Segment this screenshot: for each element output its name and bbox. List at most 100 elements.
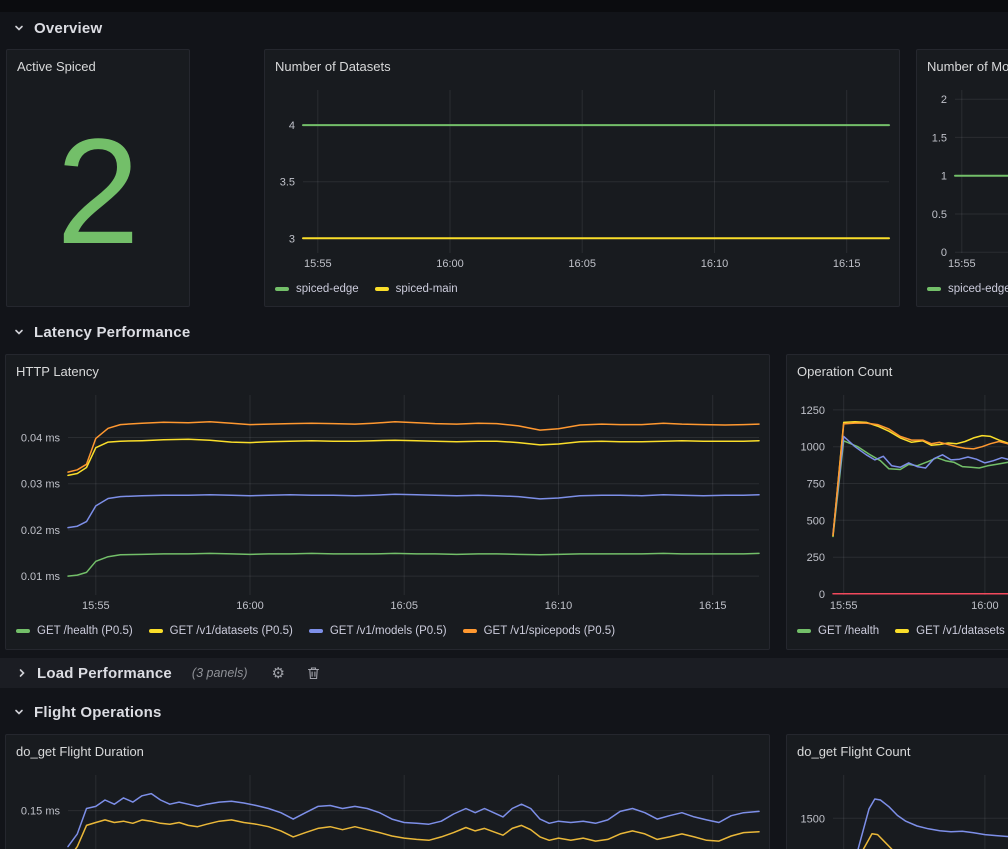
chart-operation-count[interactable]: 15:55 16:00 0 250 500 750 1000 1250 (795, 391, 1008, 613)
svg-text:16:00: 16:00 (236, 600, 264, 612)
chart-legend: spiced-edge (927, 271, 1008, 306)
svg-text:16:10: 16:10 (545, 600, 573, 612)
trash-icon (307, 666, 320, 680)
legend-label: GET /v1/spicepods (P0.5) (484, 625, 615, 637)
section-header-flight-operations[interactable]: Flight Operations (13, 699, 162, 725)
panel-number-of-models: Number of Models 15:5516:0000.511.52 spi… (916, 49, 1008, 307)
legend-label: spiced-edge (948, 283, 1008, 295)
legend-item[interactable]: spiced-edge (927, 283, 1008, 295)
legend-swatch (16, 629, 30, 633)
chart-legend: GET /healthGET /v1/datasetsGET /v1/model… (797, 613, 1008, 649)
legend-swatch (895, 629, 909, 633)
svg-text:1: 1 (941, 171, 947, 183)
stat-value: 2 (7, 76, 189, 306)
svg-text:0.01 ms: 0.01 ms (21, 571, 61, 583)
section-title: Load Performance (37, 665, 172, 682)
chart-do-get-flight-count[interactable]: 15:5516:001500 (795, 771, 1008, 849)
panel-do-get-flight-duration: do_get Flight Duration 15:5516:0016:0516… (5, 734, 770, 849)
svg-text:0.5: 0.5 (932, 209, 947, 221)
svg-text:16:00: 16:00 (436, 258, 464, 270)
legend-item[interactable]: GET /v1/spicepods (P0.5) (463, 625, 615, 637)
legend-swatch (375, 287, 389, 291)
chevron-down-icon (13, 706, 25, 718)
legend-item[interactable]: GET /health (P0.5) (16, 625, 133, 637)
svg-text:2: 2 (941, 94, 947, 106)
svg-text:16:05: 16:05 (390, 600, 418, 612)
svg-text:1.5: 1.5 (932, 132, 947, 144)
chart-canvas: 15:55 16:00 16:05 16:10 16:15 0.01 ms 0.02 ms 0… (14, 391, 761, 613)
panel-number-of-datasets: Number of Datasets 15:5516:0016:0516:101… (264, 49, 900, 307)
section-header-overview[interactable]: Overview (13, 15, 102, 41)
panel-do-get-flight-count: do_get Flight Count 15:5516:001500 (786, 734, 1008, 849)
chart-number-of-datasets[interactable]: 15:5516:0016:0516:1016:1533.54 (273, 86, 891, 271)
svg-text:0.03 ms: 0.03 ms (21, 479, 61, 491)
legend-item[interactable]: spiced-edge (275, 283, 359, 295)
panel-title[interactable]: do_get Flight Duration (6, 735, 769, 767)
chart-canvas: 15:5516:0000.511.52 (925, 86, 1008, 271)
chart-http-latency[interactable]: 15:55 16:00 16:05 16:10 16:15 0.01 ms 0.02 ms 0… (14, 391, 761, 613)
legend-swatch (275, 287, 289, 291)
chevron-down-icon (13, 22, 25, 34)
svg-text:15:55: 15:55 (304, 258, 332, 270)
chart-do-get-flight-duration[interactable]: 15:5516:0016:0516:1016:150.15 ms (14, 771, 761, 849)
legend-label: GET /v1/datasets (916, 625, 1005, 637)
legend-swatch (927, 287, 941, 291)
panel-active-spiced: Active Spiced 2 (6, 49, 190, 307)
svg-text:750: 750 (807, 479, 825, 491)
legend-item[interactable]: GET /health (797, 625, 879, 637)
legend-swatch (463, 629, 477, 633)
svg-text:1500: 1500 (801, 813, 825, 825)
svg-text:3: 3 (289, 233, 295, 245)
svg-text:15:55: 15:55 (82, 600, 110, 612)
legend-label: spiced-main (396, 283, 458, 295)
panel-operation-count: Operation Count 15:55 16:00 0 250 500 750 1000… (786, 354, 1008, 650)
svg-text:500: 500 (807, 515, 825, 527)
legend-item[interactable]: spiced-main (375, 283, 458, 295)
legend-label: GET /health (P0.5) (37, 625, 133, 637)
svg-text:0: 0 (941, 247, 947, 259)
panel-count-label: (3 panels) (192, 666, 248, 680)
svg-text:16:15: 16:15 (699, 600, 727, 612)
svg-text:0: 0 (819, 589, 825, 601)
panel-title[interactable]: HTTP Latency (6, 355, 769, 387)
panel-title[interactable]: Operation Count (787, 355, 1008, 387)
panel-title[interactable]: Number of Models (917, 50, 1008, 82)
section-header-load-performance[interactable]: Load Performance (3 panels) ⚙ (0, 658, 1008, 688)
legend-item[interactable]: GET /v1/datasets (P0.5) (149, 625, 293, 637)
legend-item[interactable]: GET /v1/models (P0.5) (309, 625, 447, 637)
panel-title[interactable]: Number of Datasets (265, 50, 899, 82)
legend-swatch (149, 629, 163, 633)
svg-text:0.02 ms: 0.02 ms (21, 525, 61, 537)
svg-text:3.5: 3.5 (280, 177, 295, 189)
chart-legend: GET /health (P0.5) GET /v1/datasets (P0.5… (16, 613, 765, 649)
row-settings-button[interactable]: ⚙ (270, 664, 287, 683)
section-title: Flight Operations (34, 704, 162, 721)
section-title: Latency Performance (34, 324, 190, 341)
svg-text:4: 4 (289, 120, 295, 132)
chart-legend: spiced-edge spiced-main (275, 271, 895, 306)
svg-text:1250: 1250 (801, 405, 825, 417)
svg-text:15:55: 15:55 (948, 258, 976, 270)
legend-item[interactable]: GET /v1/datasets (895, 625, 1005, 637)
section-header-latency-performance[interactable]: Latency Performance (13, 319, 190, 345)
chart-canvas: 15:5516:0016:0516:1016:1533.54 (273, 86, 891, 271)
grafana-dashboard: Overview Active Spiced 2 Number of Datas… (0, 0, 1008, 849)
svg-text:250: 250 (807, 552, 825, 564)
chart-number-of-models[interactable]: 15:5516:0000.511.52 (925, 86, 1008, 271)
top-strip (0, 0, 1008, 12)
chevron-down-icon (13, 326, 25, 338)
panel-http-latency: HTTP Latency 15:55 16:00 16:05 16:10 16:15 0.… (5, 354, 770, 650)
svg-text:16:05: 16:05 (568, 258, 596, 270)
svg-text:15:55: 15:55 (830, 600, 858, 612)
panel-title[interactable]: do_get Flight Count (787, 735, 1008, 767)
chart-canvas: 15:55 16:00 0 250 500 750 1000 1250 (795, 391, 1008, 613)
chart-canvas: 15:5516:0016:0516:1016:150.15 ms (14, 771, 761, 849)
legend-label: GET /v1/datasets (P0.5) (170, 625, 293, 637)
svg-text:1000: 1000 (801, 442, 825, 454)
svg-text:16:00: 16:00 (971, 600, 999, 612)
svg-text:16:10: 16:10 (701, 258, 729, 270)
legend-swatch (797, 629, 811, 633)
section-title: Overview (34, 20, 102, 37)
legend-label: spiced-edge (296, 283, 359, 295)
row-delete-button[interactable] (305, 664, 322, 682)
